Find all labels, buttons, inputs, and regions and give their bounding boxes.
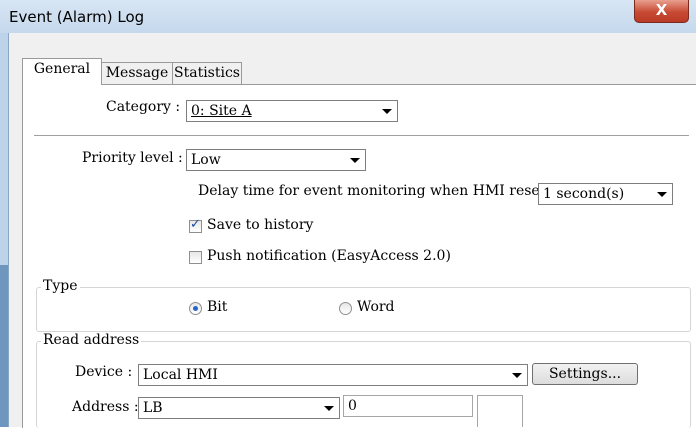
device-label: Device :	[75, 364, 133, 380]
address-type-value: LB	[143, 400, 163, 416]
type-word-radio[interactable]	[339, 302, 352, 315]
delay-time-value: 1 second(s)	[543, 186, 625, 202]
type-bit-radio[interactable]	[189, 302, 202, 315]
close-icon: X	[655, 1, 668, 19]
close-button[interactable]: X	[634, 0, 689, 23]
device-value: Local HMI	[143, 367, 218, 383]
type-group-title: Type	[41, 278, 80, 294]
address-type-dropdown[interactable]: LB	[138, 397, 340, 419]
priority-level-dropdown[interactable]: Low	[186, 149, 366, 171]
delay-time-dropdown[interactable]: 1 second(s)	[538, 183, 673, 205]
address-value-input[interactable]: 0	[343, 395, 473, 417]
category-dropdown[interactable]: 0: Site A	[186, 100, 398, 122]
category-label: Category :	[106, 99, 181, 115]
type-bit-label: Bit	[207, 299, 228, 315]
priority-level-label: Priority level :	[82, 150, 183, 166]
delay-time-label: Delay time for event monitoring when HMI…	[198, 183, 562, 199]
category-value: 0: Site A	[191, 103, 252, 119]
tab-message[interactable]: Message	[100, 62, 174, 84]
priority-level-value: Low	[191, 152, 221, 168]
title-bar[interactable]: Event (Alarm) Log X	[0, 0, 696, 33]
read-address-group-title: Read address	[41, 332, 142, 348]
save-to-history-label: Save to history	[207, 217, 314, 233]
chevron-down-icon	[350, 158, 360, 163]
type-word-label: Word	[357, 299, 395, 315]
tab-statistics[interactable]: Statistics	[172, 62, 242, 84]
window-title: Event (Alarm) Log	[9, 8, 145, 26]
tab-general[interactable]: General	[22, 58, 102, 85]
chevron-down-icon	[382, 109, 392, 114]
chevron-down-icon	[512, 373, 522, 378]
device-dropdown[interactable]: Local HMI	[138, 364, 528, 386]
window-left-edge	[0, 265, 8, 427]
tab-message-label: Message	[105, 65, 169, 81]
chevron-down-icon	[324, 406, 334, 411]
separator	[34, 135, 689, 136]
chevron-down-icon	[657, 192, 667, 197]
address-label: Address :	[72, 399, 139, 415]
push-notification-label: Push notification (EasyAccess 2.0)	[207, 248, 451, 264]
tab-general-label: General	[33, 61, 91, 77]
address-value-text: 0	[348, 398, 357, 414]
settings-button[interactable]: Settings...	[532, 363, 638, 385]
address-index-input[interactable]	[477, 395, 523, 427]
push-notification-checkbox[interactable]	[189, 251, 202, 264]
settings-button-label: Settings...	[548, 366, 622, 382]
tab-statistics-label: Statistics	[174, 65, 240, 81]
save-to-history-checkbox[interactable]	[189, 217, 202, 233]
